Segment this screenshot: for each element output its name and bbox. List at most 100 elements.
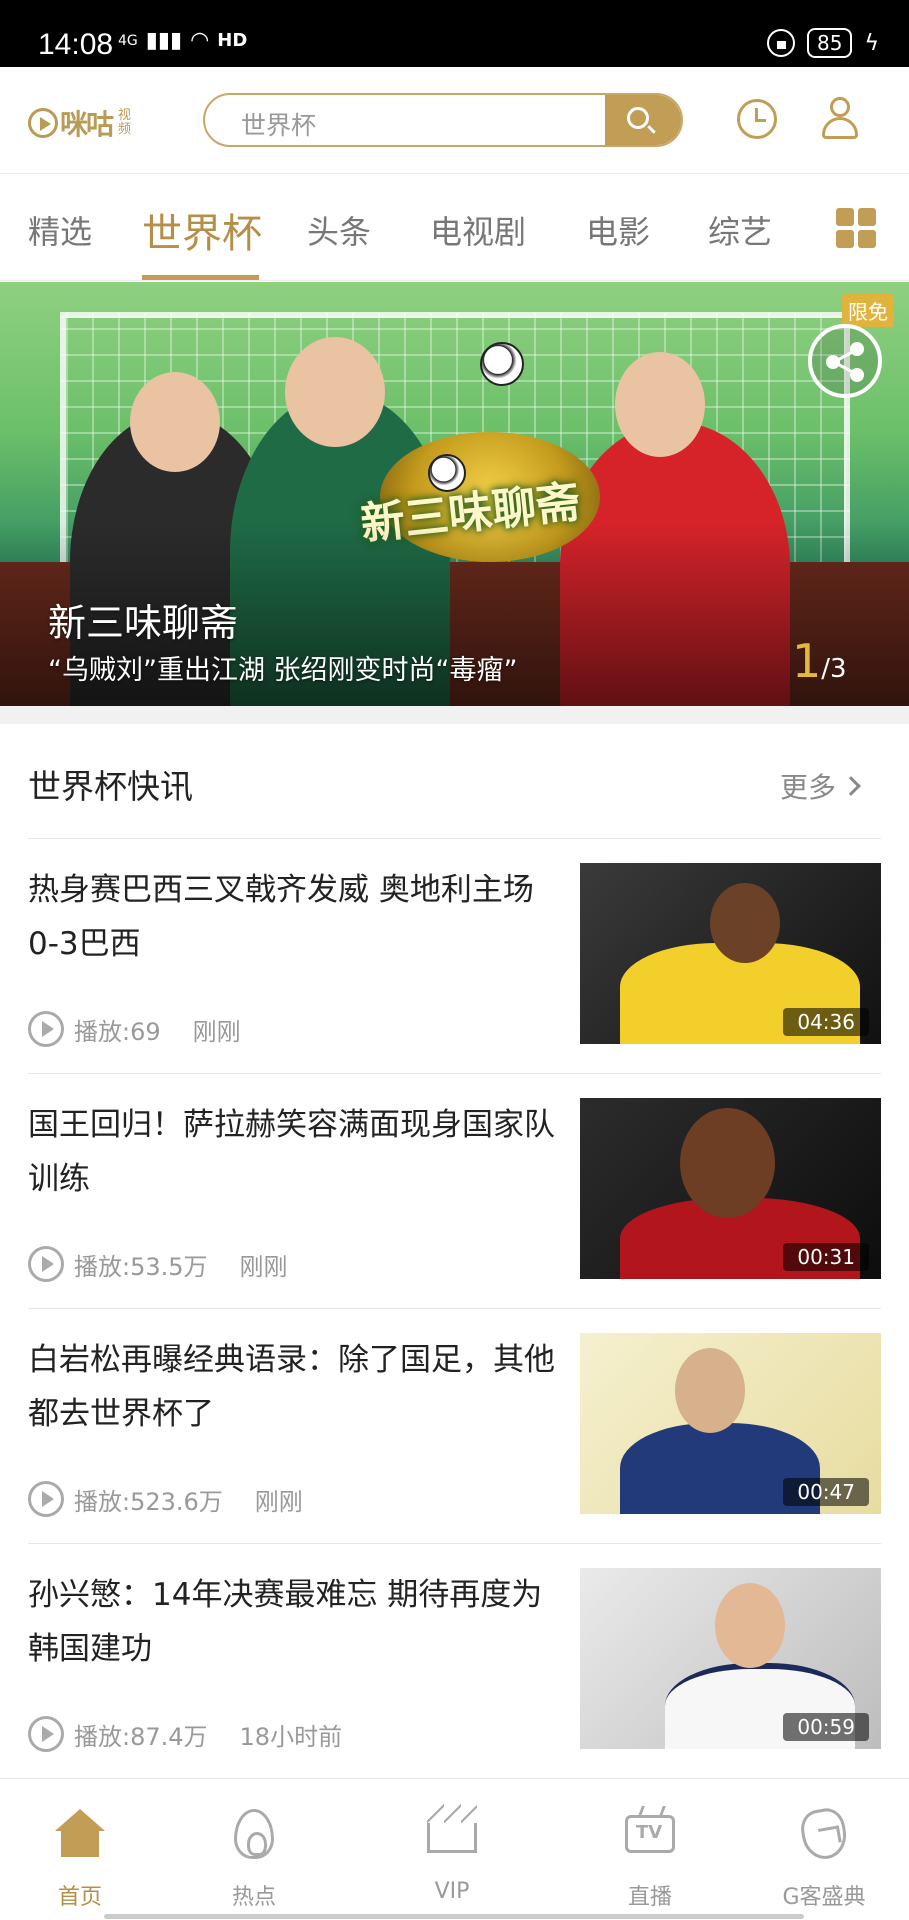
- play-count-icon: [28, 1716, 64, 1752]
- nav-label: VIP: [434, 1879, 470, 1904]
- football-icon: [480, 342, 524, 386]
- status-bar: 14:08 4G ▮▮▮ ◠ HD 85 ϟ: [0, 0, 909, 67]
- news-meta: 播放:87.4万 18小时前: [28, 1716, 342, 1752]
- nav-label: 首页: [57, 1885, 102, 1910]
- play-count: 播放:69: [74, 1017, 161, 1046]
- news-meta: 播放:53.5万 刚刚: [28, 1246, 288, 1282]
- search-button[interactable]: [605, 95, 681, 145]
- app-header: 咪咕 视频 世界杯: [0, 67, 909, 174]
- user-icon[interactable]: [820, 97, 860, 141]
- thumbnail-figure-head: [675, 1348, 745, 1433]
- play-count-icon: [28, 1011, 64, 1047]
- nav-home[interactable]: 首页: [0, 1779, 160, 1920]
- logo-text: 咪咕: [60, 108, 114, 141]
- video-duration: 00:47: [783, 1478, 869, 1506]
- news-title[interactable]: 白岩松再曝经典语录：除了国足，其他都去世界杯了: [28, 1333, 558, 1441]
- user-head: [830, 97, 850, 117]
- news-meta: 播放:523.6万 刚刚: [28, 1481, 303, 1517]
- category-tabs: 精选 世界杯 头条 电视剧 电影 综艺: [0, 175, 909, 281]
- publish-time: 刚刚: [239, 1252, 288, 1281]
- host-middle-face: [285, 337, 385, 447]
- channel-grid-icon[interactable]: [836, 208, 876, 248]
- rotation-lock-icon: [767, 29, 796, 57]
- play-count-icon: [28, 1246, 64, 1282]
- publish-time: 18小时前: [239, 1722, 343, 1751]
- football-icon: [428, 454, 466, 492]
- charging-icon: ϟ: [864, 30, 879, 56]
- tab-jingxuan[interactable]: 精选: [28, 207, 92, 253]
- history-icon[interactable]: [737, 99, 777, 139]
- share-icon-node: [826, 355, 840, 369]
- hero-banner[interactable]: 新三味聊斋 限免 新三味聊斋 “乌贼刘”重出江湖 张绍刚变时尚“毒瘤” 1/3: [0, 282, 909, 706]
- host-right-face: [615, 352, 705, 457]
- search-icon: [627, 107, 649, 129]
- home-indicator[interactable]: [104, 1914, 804, 1919]
- search-bar[interactable]: 世界杯: [203, 93, 683, 147]
- logo-subtext: 视频: [118, 108, 132, 137]
- play-count: 播放:523.6万: [74, 1487, 223, 1516]
- news-item[interactable]: 国王回归！萨拉赫笑容满面现身国家队训练 播放:53.5万 刚刚 00:31: [0, 1074, 909, 1309]
- news-title[interactable]: 热身赛巴西三叉戟齐发威 奥地利主场0-3巴西: [28, 863, 558, 971]
- flame-icon: [234, 1809, 274, 1859]
- news-title[interactable]: 国王回归！萨拉赫笑容满面现身国家队训练: [28, 1098, 558, 1206]
- host-left-face: [130, 372, 220, 472]
- video-duration: 00:59: [783, 1713, 869, 1741]
- video-thumbnail[interactable]: 04:36: [580, 863, 881, 1044]
- tab-headlines[interactable]: 头条: [307, 207, 371, 253]
- nav-label: 直播: [627, 1885, 672, 1910]
- nav-label: G客盛典: [782, 1885, 866, 1910]
- g-logo-icon: [797, 1805, 851, 1863]
- more-button[interactable]: 更多: [780, 766, 861, 806]
- nav-live[interactable]: 直播: [570, 1779, 730, 1920]
- wifi-icon: ◠: [190, 28, 210, 53]
- battery-icon: 85: [807, 28, 853, 58]
- video-thumbnail[interactable]: 00:31: [580, 1098, 881, 1279]
- tab-movies[interactable]: 电影: [586, 207, 650, 253]
- video-thumbnail[interactable]: 00:59: [580, 1568, 881, 1749]
- play-logo-icon: [28, 108, 58, 138]
- status-icons: 4G ▮▮▮ ◠ HD: [118, 28, 247, 53]
- pager-current: 1: [792, 634, 822, 688]
- chevron-right-icon: [841, 776, 861, 796]
- nav-label: 热点: [231, 1885, 276, 1910]
- tab-world-cup[interactable]: 世界杯: [142, 201, 262, 259]
- status-time: 14:08: [38, 28, 114, 61]
- signal-icon: 4G: [118, 32, 138, 49]
- user-body: [822, 117, 858, 139]
- video-duration: 04:36: [783, 1008, 869, 1036]
- play-count-icon: [28, 1481, 64, 1517]
- status-right: 85 ϟ: [767, 28, 879, 58]
- signal-bars-icon: ▮▮▮: [145, 28, 183, 53]
- search-input[interactable]: 世界杯: [241, 106, 316, 142]
- section-title: 世界杯快讯: [28, 767, 193, 806]
- share-icon-node: [850, 342, 864, 356]
- news-item[interactable]: 热身赛巴西三叉戟齐发威 奥地利主场0-3巴西 播放:69 刚刚 04:36: [0, 839, 909, 1074]
- thumbnail-figure-head: [680, 1108, 775, 1218]
- publish-time: 刚刚: [254, 1487, 303, 1516]
- thumbnail-figure-head: [715, 1583, 785, 1668]
- hd-icon: HD: [217, 30, 248, 51]
- nav-hot[interactable]: 热点: [174, 1779, 334, 1920]
- news-item[interactable]: 孙兴慜：14年决赛最难忘 期待再度为韩国建功 播放:87.4万 18小时前 00…: [0, 1544, 909, 1779]
- nav-vip[interactable]: VIP: [372, 1779, 532, 1920]
- video-thumbnail[interactable]: 00:47: [580, 1333, 881, 1514]
- section-separator: [0, 706, 909, 724]
- thumbnail-figure-head: [710, 883, 780, 963]
- news-title[interactable]: 孙兴慜：14年决赛最难忘 期待再度为韩国建功: [28, 1568, 558, 1676]
- video-duration: 00:31: [783, 1243, 869, 1271]
- free-badge: 限免: [842, 294, 894, 327]
- nav-g-festival[interactable]: G客盛典: [744, 1779, 904, 1920]
- news-item[interactable]: 白岩松再曝经典语录：除了国足，其他都去世界杯了 播放:523.6万 刚刚 00:…: [0, 1309, 909, 1544]
- news-meta: 播放:69 刚刚: [28, 1011, 241, 1047]
- banner-pager: 1/3: [792, 634, 847, 688]
- tab-tv-series[interactable]: 电视剧: [430, 207, 526, 253]
- bottom-nav: 首页 热点 VIP 直播 G客盛典: [0, 1778, 909, 1920]
- tab-variety[interactable]: 综艺: [708, 207, 772, 253]
- share-icon-node: [850, 368, 864, 382]
- banner-subtitle: “乌贼刘”重出江湖 张绍刚变时尚“毒瘤”: [48, 655, 518, 686]
- home-icon: [55, 1809, 105, 1859]
- pager-total: /3: [821, 654, 847, 684]
- play-count: 播放:53.5万: [74, 1252, 208, 1281]
- share-button[interactable]: [808, 324, 882, 398]
- app-logo[interactable]: 咪咕 视频: [28, 105, 134, 141]
